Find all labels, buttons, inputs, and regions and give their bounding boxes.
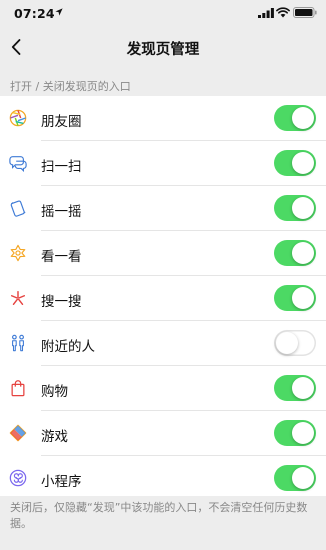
moments-toggle[interactable] xyxy=(274,105,316,131)
list-item-label: 购物 xyxy=(41,384,68,400)
scan-icon xyxy=(9,156,27,172)
toggle-knob xyxy=(292,107,314,129)
people-nearby-toggle[interactable] xyxy=(274,330,316,356)
list-item-label: 搜一搜 xyxy=(41,294,82,310)
list-item-label: 摇一摇 xyxy=(41,204,82,220)
list-item-scan: 扫一扫 xyxy=(0,141,326,186)
list-item-mini-programs: 小程序 xyxy=(0,456,326,501)
search-icon xyxy=(10,290,26,306)
list-item-label: 游戏 xyxy=(41,429,68,445)
games-icon xyxy=(9,424,27,442)
mini-programs-icon xyxy=(9,469,27,487)
toggle-knob xyxy=(292,287,314,309)
navigation-bar: 发现页管理 xyxy=(0,28,326,68)
top-stories-icon xyxy=(10,244,26,262)
mini-programs-toggle[interactable] xyxy=(274,465,316,491)
page-title: 发现页管理 xyxy=(126,42,200,58)
status-time: 07:24 xyxy=(14,6,55,21)
list-item-label: 附近的人 xyxy=(41,339,95,355)
list-item-label: 朋友圈 xyxy=(41,114,82,130)
scan-toggle[interactable] xyxy=(274,150,316,176)
people-nearby-icon xyxy=(12,334,24,352)
list-item-games: 游戏 xyxy=(0,411,326,456)
search-toggle[interactable] xyxy=(274,285,316,311)
toggle-knob xyxy=(292,467,314,489)
list-item-moments: 朋友圈 xyxy=(0,96,326,141)
shake-toggle[interactable] xyxy=(274,195,316,221)
moments-icon xyxy=(9,109,27,127)
list-item-top-stories: 看一看 xyxy=(0,231,326,276)
location-arrow-icon xyxy=(55,8,63,16)
toggle-knob xyxy=(292,152,314,174)
top-stories-toggle[interactable] xyxy=(274,240,316,266)
list-item-shopping: 购物 xyxy=(0,366,326,411)
toggle-knob xyxy=(292,242,314,264)
list-item-people-nearby: 附近的人 xyxy=(0,321,326,366)
list-item-shake: 摇一摇 xyxy=(0,186,326,231)
list-item-search: 搜一搜 xyxy=(0,276,326,321)
battery-icon xyxy=(293,7,317,18)
discover-entries-list: 朋友圈 扫一扫 摇一摇 看一看 搜一搜 附近的人 购物 游戏 小程序 xyxy=(0,96,326,496)
wifi-icon xyxy=(276,7,290,18)
toggle-knob xyxy=(292,377,314,399)
list-item-label: 小程序 xyxy=(41,474,82,490)
shopping-bag-icon xyxy=(11,380,25,397)
toggle-knob xyxy=(276,332,298,354)
list-item-label: 扫一扫 xyxy=(41,159,82,175)
section-header: 打开 / 关闭发现页的入口 xyxy=(10,80,131,93)
games-toggle[interactable] xyxy=(274,420,316,446)
toggle-knob xyxy=(292,422,314,444)
toggle-knob xyxy=(292,197,314,219)
shopping-toggle[interactable] xyxy=(274,375,316,401)
list-item-label: 看一看 xyxy=(41,249,82,265)
cellular-signal-icon xyxy=(258,8,274,18)
status-bar: 07:24 xyxy=(0,0,326,28)
footnote: 关闭后，仅隐藏“发现”中该功能的入口，不会清空任何历史数据。 xyxy=(10,501,308,530)
shake-icon xyxy=(10,200,26,217)
